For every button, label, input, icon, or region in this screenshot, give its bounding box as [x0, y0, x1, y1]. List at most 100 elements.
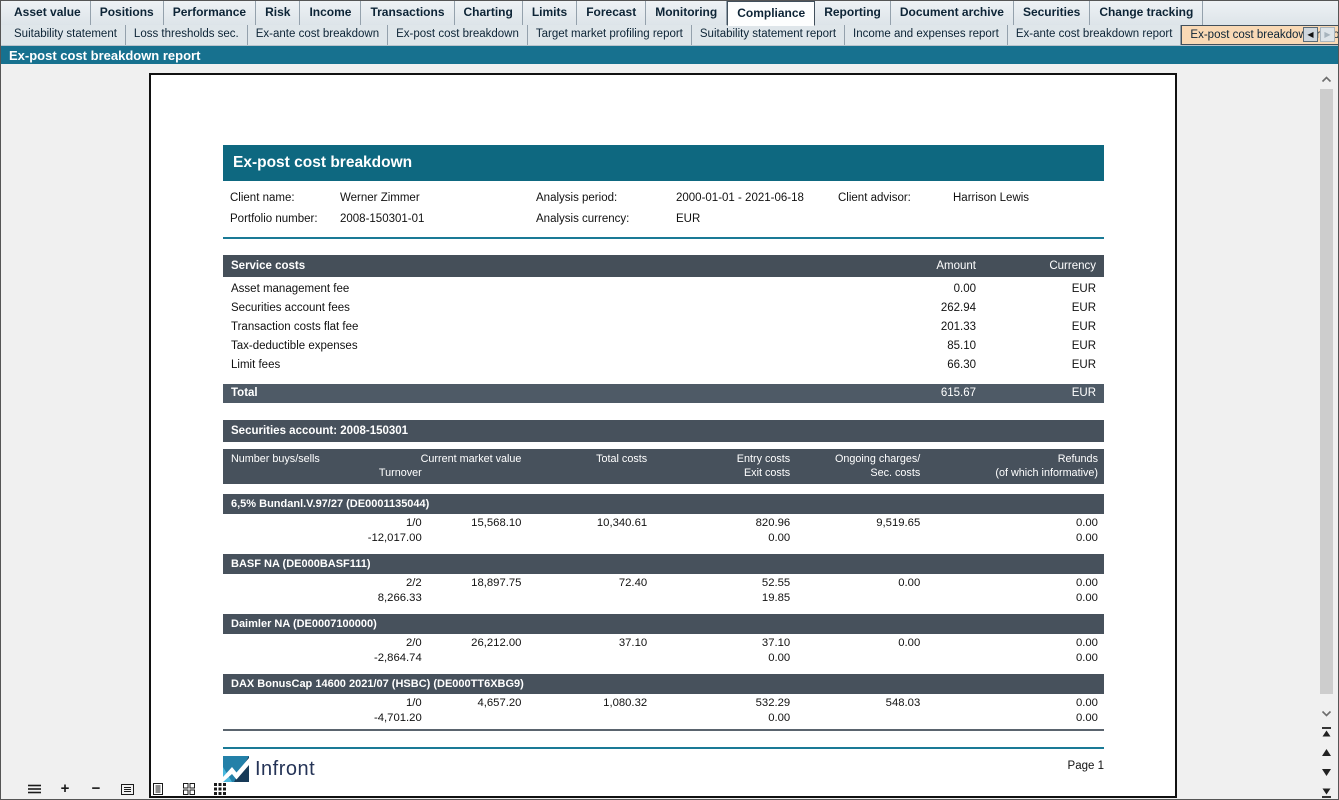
cell: 0.00: [920, 591, 1098, 606]
cell: -2,864.74: [231, 651, 422, 666]
page-landscape-icon[interactable]: [120, 782, 134, 796]
cell: 19.85: [647, 591, 790, 606]
client-info-label: Analysis currency:: [536, 213, 676, 225]
subtab-ex-ante-cost-breakdown[interactable]: Ex-ante cost breakdown: [248, 25, 388, 45]
total-currency: EUR: [976, 384, 1096, 403]
column-header: Ongoing charges/: [790, 452, 920, 466]
previous-page-icon[interactable]: [1320, 746, 1334, 759]
cell: 0.00: [790, 576, 920, 591]
page-navigation: [1318, 726, 1335, 799]
service-costs-table: Service costs Amount Currency Asset mana…: [223, 255, 1104, 403]
security-group: DAX BonusCap 14600 2021/07 (HSBC) (DE000…: [223, 674, 1104, 731]
client-info-label: Client advisor:: [838, 192, 953, 204]
menu-icon[interactable]: [27, 782, 41, 796]
column-header: Total costs: [521, 452, 647, 466]
cell: 37.10: [647, 636, 790, 651]
security-name: BASF NA (DE000BASF111): [223, 554, 1104, 574]
subtab-suitability-statement-report[interactable]: Suitability statement report: [692, 25, 845, 45]
cell: 26,212.00: [422, 636, 522, 651]
tab-change-tracking[interactable]: Change tracking: [1090, 1, 1203, 25]
client-info-value: Werner Zimmer: [340, 192, 536, 204]
cell: [790, 711, 920, 726]
tab-risk[interactable]: Risk: [256, 1, 300, 25]
arrow-right-icon: ▶: [1324, 30, 1330, 39]
column-header: Exit costs: [647, 466, 790, 480]
next-page-icon[interactable]: [1320, 766, 1334, 779]
subtab-target-market-profiling-report[interactable]: Target market profiling report: [528, 25, 692, 45]
tab-charting[interactable]: Charting: [455, 1, 523, 25]
scroll-down-icon[interactable]: [1318, 705, 1335, 721]
cell: 548.03: [790, 696, 920, 711]
tab-forecast[interactable]: Forecast: [577, 1, 646, 25]
tab-income[interactable]: Income: [300, 1, 361, 25]
client-info: Client name: Werner Zimmer Analysis peri…: [223, 192, 1104, 225]
cost-label: Tax-deductible expenses: [231, 337, 816, 356]
page-portrait-icon[interactable]: [151, 782, 165, 796]
subtab-income-and-expenses-report[interactable]: Income and expenses report: [845, 25, 1008, 45]
cost-amount: 0.00: [816, 280, 976, 299]
cell: [521, 651, 647, 666]
column-header: Amount: [816, 255, 976, 277]
cell: 37.10: [521, 636, 647, 651]
zoom-out-icon[interactable]: −: [89, 782, 103, 796]
last-page-icon[interactable]: [1320, 786, 1334, 799]
cell: 0.00: [920, 516, 1098, 531]
scroll-up-icon[interactable]: [1318, 71, 1335, 87]
tab-document-archive[interactable]: Document archive: [891, 1, 1014, 25]
tab-reporting[interactable]: Reporting: [815, 1, 891, 25]
tab-performance[interactable]: Performance: [164, 1, 256, 25]
cost-amount: 201.33: [816, 318, 976, 337]
cell: 820.96: [647, 516, 790, 531]
tab-scroll-left-button[interactable]: ◀: [1303, 27, 1318, 42]
table-row: Transaction costs flat fee 201.33 EUR: [223, 318, 1104, 337]
tab-compliance[interactable]: Compliance: [727, 1, 815, 26]
cell: 0.00: [920, 531, 1098, 546]
tab-securities[interactable]: Securities: [1014, 1, 1090, 25]
viewer-toolbar: + −: [27, 782, 227, 796]
tab-asset-value[interactable]: Asset value: [5, 1, 91, 25]
cell: [422, 711, 522, 726]
vertical-scrollbar[interactable]: [1318, 71, 1335, 721]
client-info-value: EUR: [676, 213, 838, 225]
column-header: Sec. costs: [790, 466, 920, 480]
grid-view-icon[interactable]: [213, 782, 227, 796]
cell: [790, 591, 920, 606]
tab-monitoring[interactable]: Monitoring: [646, 1, 727, 25]
cell: 0.00: [920, 651, 1098, 666]
client-info-label: Portfolio number:: [230, 213, 340, 225]
total-label: Total: [231, 384, 816, 403]
table-row: -2,864.74 0.00 0.00: [231, 651, 1098, 666]
cell: [422, 591, 522, 606]
security-name: DAX BonusCap 14600 2021/07 (HSBC) (DE000…: [223, 674, 1104, 694]
table-row: -4,701.20 0.00 0.00: [231, 711, 1098, 726]
cost-label: Limit fees: [231, 356, 816, 375]
scrollbar-thumb[interactable]: [1320, 89, 1333, 694]
cell: 0.00: [647, 531, 790, 546]
subtab-suitability-statement[interactable]: Suitability statement: [6, 25, 126, 45]
cell: 0.00: [647, 651, 790, 666]
subtab-ex-post-cost-breakdown[interactable]: Ex-post cost breakdown: [388, 25, 528, 45]
cell: 1,080.32: [521, 696, 647, 711]
first-page-icon[interactable]: [1320, 726, 1334, 739]
tab-positions[interactable]: Positions: [91, 1, 164, 25]
tab-transactions[interactable]: Transactions: [361, 1, 454, 25]
brand-name: Infront: [255, 758, 315, 781]
subtab-loss-thresholds-sec[interactable]: Loss thresholds sec.: [126, 25, 248, 45]
client-info-label: Client name:: [230, 192, 340, 204]
cell: -4,701.20: [231, 711, 422, 726]
tab-limits[interactable]: Limits: [523, 1, 577, 25]
cost-currency: EUR: [976, 337, 1096, 356]
cell: 15,568.10: [422, 516, 522, 531]
zoom-in-icon[interactable]: +: [58, 782, 72, 796]
tab-scroll-right-button[interactable]: ▶: [1320, 27, 1335, 42]
cost-currency: EUR: [976, 299, 1096, 318]
subtab-ex-ante-cost-breakdown-report[interactable]: Ex-ante cost breakdown report: [1008, 25, 1182, 45]
table-row: Tax-deductible expenses 85.10 EUR: [223, 337, 1104, 356]
security-group: Daimler NA (DE0007100000) 2/0 26,212.00 …: [223, 614, 1104, 669]
table-row: -12,017.00 0.00 0.00: [231, 531, 1098, 546]
separator: [223, 747, 1104, 749]
report-footer: Infront Page 1: [223, 756, 1104, 782]
table-row: Asset management fee 0.00 EUR: [223, 280, 1104, 299]
multi-page-icon[interactable]: [182, 782, 196, 796]
column-header: [422, 466, 522, 480]
